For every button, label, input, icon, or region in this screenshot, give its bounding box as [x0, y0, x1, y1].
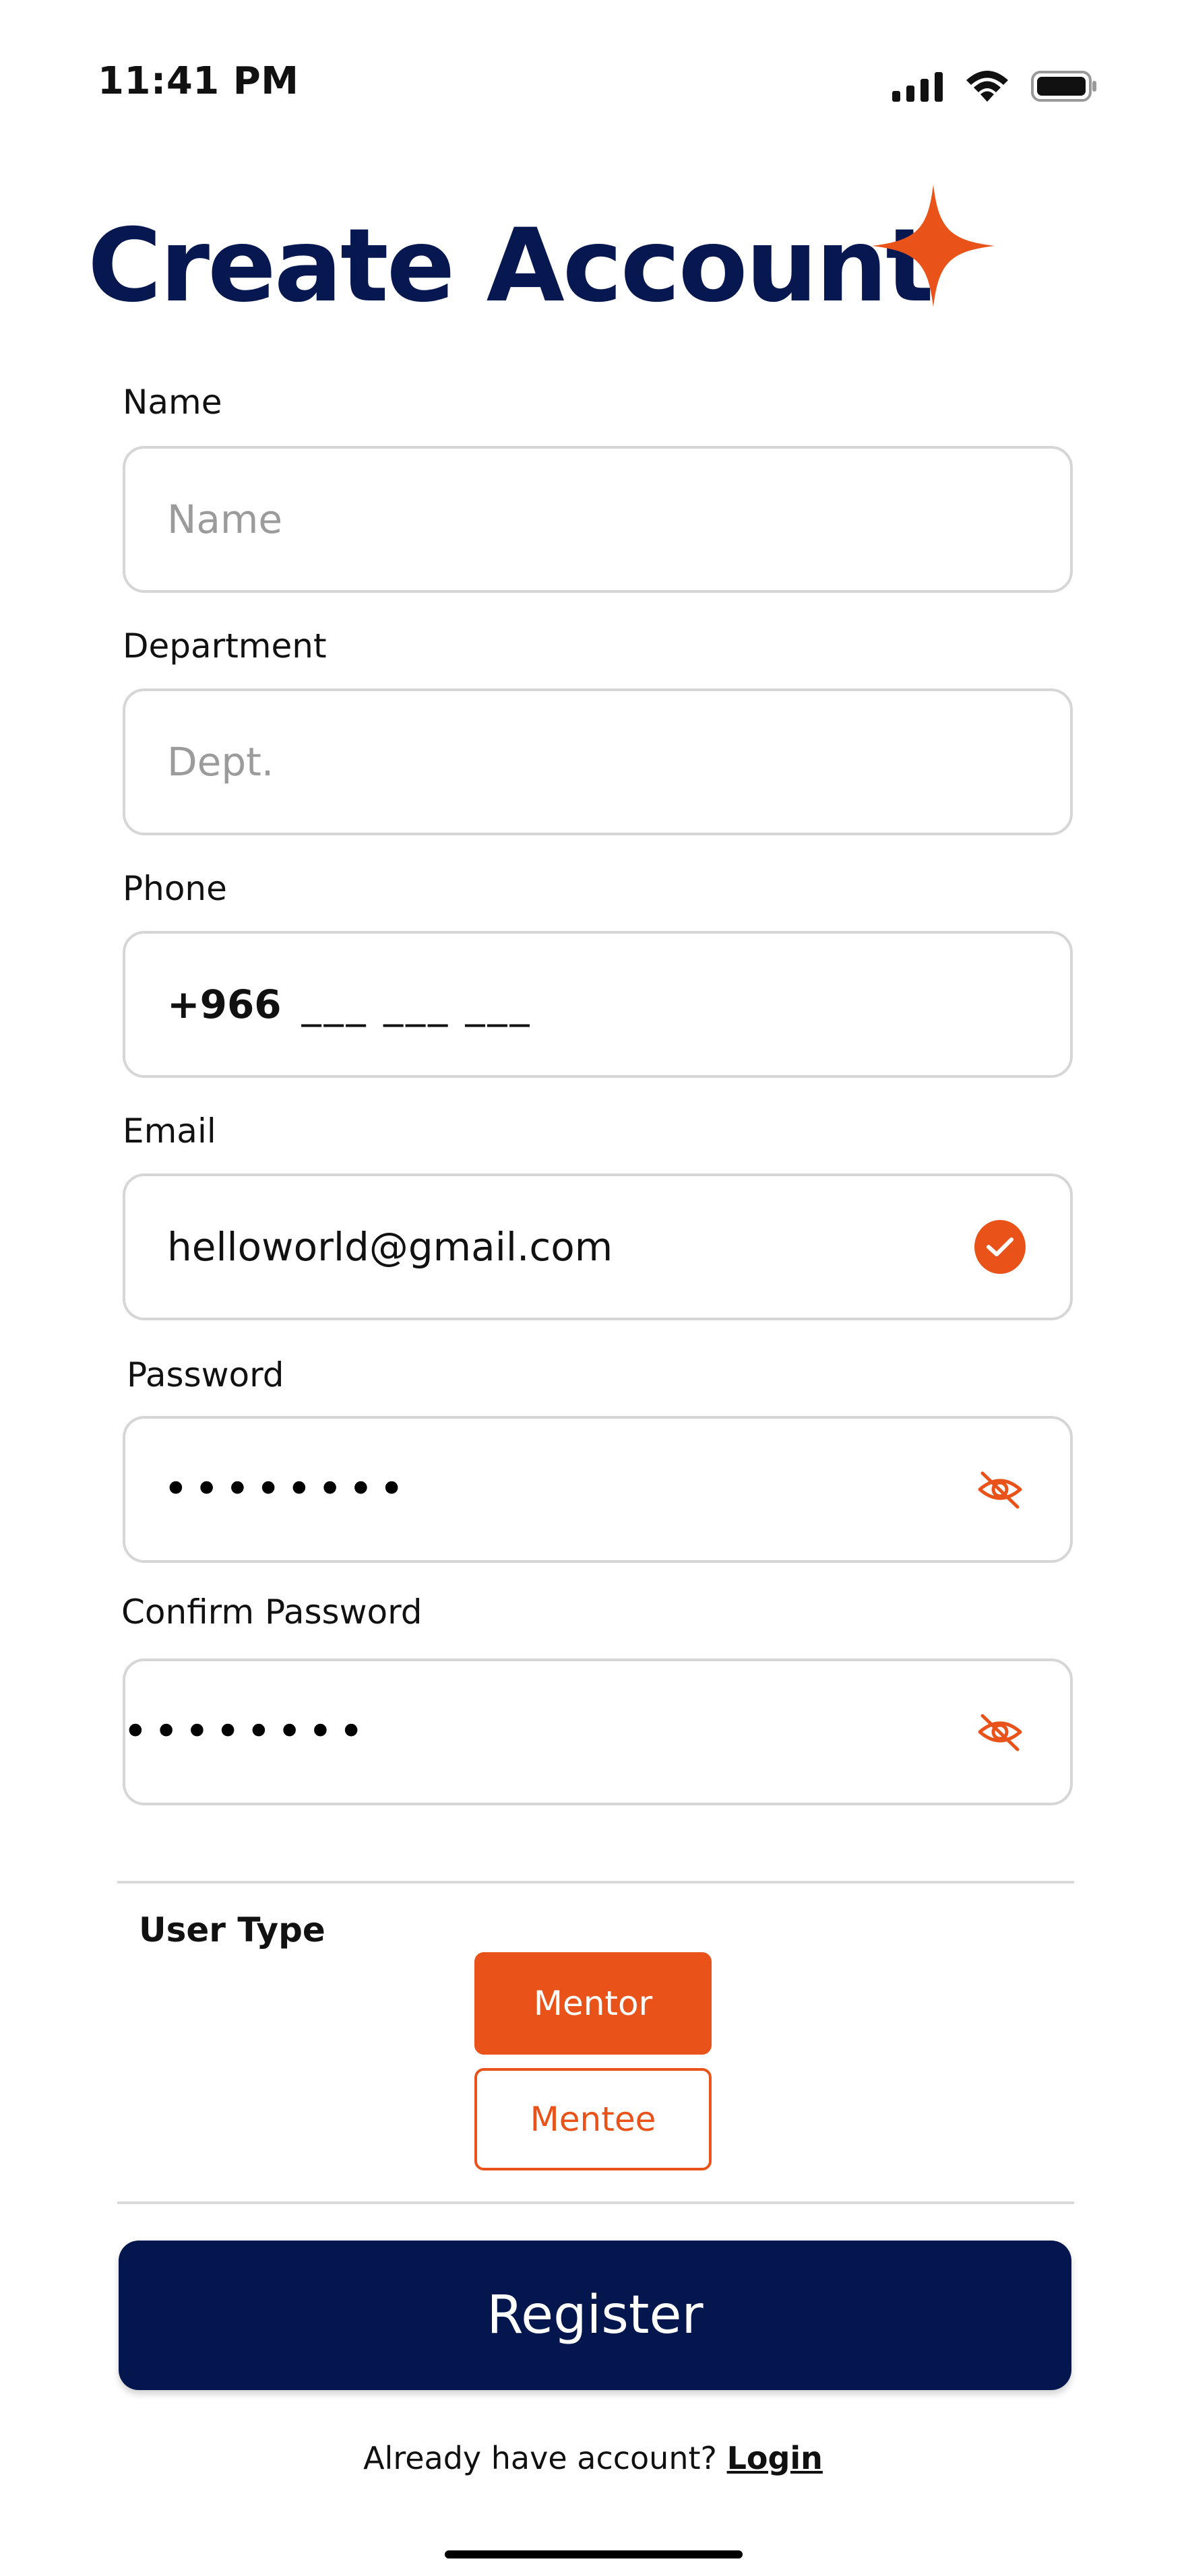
confirm-password-value: •••••••• [123, 1707, 369, 1757]
login-link[interactable]: Login [727, 2440, 823, 2476]
login-prompt-row: Already have account? Login [0, 2440, 1186, 2476]
name-placeholder: Name [167, 496, 283, 542]
phone-value: +966 ___ ___ ___ [167, 981, 532, 1027]
eye-off-icon[interactable] [974, 1706, 1026, 1758]
eye-off-icon[interactable] [974, 1464, 1026, 1515]
divider-bottom [117, 2201, 1074, 2204]
confirm-password-input[interactable]: •••••••• [123, 1659, 1073, 1805]
email-input[interactable]: helloworld@gmail.com [123, 1173, 1073, 1320]
phone-mask: ___ ___ ___ [301, 981, 532, 1027]
phone-input[interactable]: +966 ___ ___ ___ [123, 931, 1073, 1078]
password-input[interactable]: •••••••• [123, 1416, 1073, 1563]
email-value: helloworld@gmail.com [167, 1224, 613, 1270]
user-type-label: User Type [139, 1910, 325, 1950]
country-code[interactable]: +966 [167, 981, 282, 1027]
mentor-option-button[interactable]: Mentor [474, 1952, 712, 2055]
status-time: 11:41 PM [98, 59, 299, 103]
sparkle-icon [869, 182, 997, 313]
phone-label: Phone [123, 869, 227, 908]
battery-icon [1031, 69, 1098, 103]
divider-top [117, 1881, 1074, 1883]
department-placeholder: Dept. [167, 739, 274, 785]
login-prompt-text: Already have account? [363, 2440, 717, 2476]
register-button[interactable]: Register [119, 2241, 1071, 2390]
confirm-password-label: Confirm Password [121, 1592, 423, 1632]
mentee-option-button[interactable]: Mentee [474, 2068, 712, 2170]
check-circle-icon [974, 1220, 1026, 1274]
name-input[interactable]: Name [123, 446, 1073, 593]
department-label: Department [123, 626, 327, 666]
cellular-signal-icon [892, 71, 943, 102]
page-title: Create Account [88, 207, 934, 325]
status-icons [892, 67, 1098, 105]
home-indicator[interactable] [445, 2550, 743, 2558]
department-input[interactable]: Dept. [123, 688, 1073, 835]
password-value: •••••••• [163, 1464, 410, 1514]
email-label: Email [123, 1112, 216, 1151]
password-label: Password [127, 1355, 284, 1394]
wifi-icon [964, 69, 1011, 103]
name-label: Name [123, 383, 222, 422]
